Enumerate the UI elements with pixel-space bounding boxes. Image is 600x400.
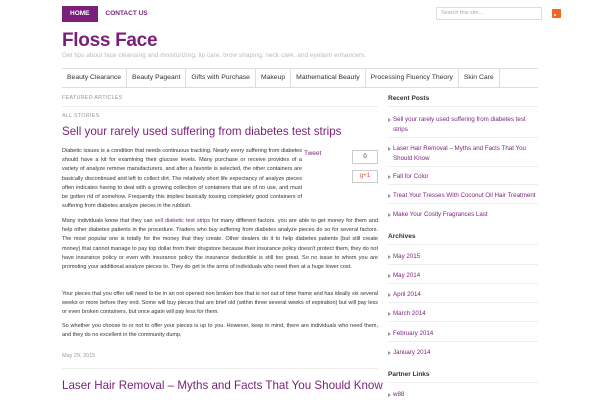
post-paragraph-2-before: Many individuals know that they can xyxy=(62,218,155,224)
divider xyxy=(62,368,378,369)
nav-item-processing-fluency-theory[interactable]: Processing Fluency Theory xyxy=(366,69,459,87)
nav-item-skin-care[interactable]: Skin Care xyxy=(459,69,500,87)
nav-item-beauty-clearance[interactable]: Beauty Clearance xyxy=(62,69,128,87)
recent-post-link[interactable]: Treat Your Tresses With Coconut Oil Hair… xyxy=(388,191,538,201)
site-description: Get tips about face cleansing and moistu… xyxy=(62,52,367,59)
archive-link[interactable]: May 2014 xyxy=(388,271,538,281)
divider xyxy=(388,321,538,322)
divider xyxy=(388,264,538,265)
archive-link[interactable]: May 2015 xyxy=(388,252,538,262)
post-title[interactable]: Sell your rarely used suffering from dia… xyxy=(62,125,341,138)
post-paragraph-3: Your pieces that you offer will need to … xyxy=(62,291,378,316)
post-paragraph-4: So whether you choose to or not to offer… xyxy=(62,323,378,339)
nav-item-beauty-pageant[interactable]: Beauty Pageant xyxy=(127,69,187,87)
featured-articles-label: FEATURED ARTICLES xyxy=(62,95,123,101)
post-paragraph-2-after: for many different factors. you are able… xyxy=(62,218,378,271)
nav-item-mathematical-beauty[interactable]: Mathematical Beauty xyxy=(291,69,366,87)
gplus-button[interactable]: g+1 xyxy=(352,170,378,183)
share-box: Tweet 0 g+1 xyxy=(304,148,378,186)
nav-item-gifts-with-purchase[interactable]: Gifts with Purchase xyxy=(186,69,256,87)
recent-posts-heading: Recent Posts xyxy=(388,95,430,102)
archive-link[interactable]: April 2014 xyxy=(388,290,538,300)
divider xyxy=(388,244,538,245)
divider xyxy=(388,302,538,303)
archives-heading: Archives xyxy=(388,233,416,240)
recent-post-link[interactable]: Laser Hair Removal – Myths and Facts Tha… xyxy=(388,144,538,164)
recent-post-link[interactable]: Sell your rarely used suffering from dia… xyxy=(388,115,538,135)
post-paragraph-2: Many individuals know that they can sell… xyxy=(62,217,378,272)
divider xyxy=(388,203,538,204)
post-paragraph-1a: Diabetic issues is a condition that need… xyxy=(62,147,302,211)
rss-icon[interactable] xyxy=(552,9,561,18)
partner-links-heading: Partner Links xyxy=(388,371,430,378)
divider xyxy=(388,166,538,167)
divider xyxy=(388,283,538,284)
divider xyxy=(62,106,378,107)
tweet-button[interactable]: Tweet xyxy=(304,150,321,157)
all-stories-label: ALL STORIES xyxy=(62,113,100,119)
nav-item-makeup[interactable]: Makeup xyxy=(256,69,292,87)
top-bar: HOME CONTACT US Search this site... xyxy=(0,0,600,28)
topnav-home[interactable]: HOME xyxy=(62,6,98,22)
topnav-contact-us[interactable]: CONTACT US xyxy=(98,6,156,22)
post-date: May 29, 2015 xyxy=(62,353,96,359)
top-nav: HOME CONTACT US xyxy=(62,6,156,22)
divider xyxy=(388,137,538,138)
divider xyxy=(388,341,538,342)
site-title[interactable]: Floss Face xyxy=(62,30,158,52)
post-paragraph-1: Diabetic issues is a condition that need… xyxy=(62,148,302,210)
divider xyxy=(388,106,538,107)
search-input[interactable]: Search this site... xyxy=(436,7,542,20)
archive-link[interactable]: January 2014 xyxy=(388,348,538,358)
main-nav: Beauty Clearance Beauty Pageant Gifts wi… xyxy=(62,68,538,88)
partner-link[interactable]: w88 xyxy=(388,390,538,400)
post-title-2[interactable]: Laser Hair Removal – Myths and Facts Tha… xyxy=(62,379,383,392)
sell-diabetic-test-strips-link[interactable]: sell diabetic test strips xyxy=(155,218,210,224)
archive-link[interactable]: March 2014 xyxy=(388,309,538,319)
recent-post-link[interactable]: Fall for Color xyxy=(388,172,538,182)
archive-link[interactable]: February 2014 xyxy=(388,329,538,339)
tweet-count: 0 xyxy=(352,150,378,164)
divider xyxy=(388,382,538,383)
divider xyxy=(388,184,538,185)
recent-post-link[interactable]: Make Your Costly Fragrances Last xyxy=(388,210,538,220)
